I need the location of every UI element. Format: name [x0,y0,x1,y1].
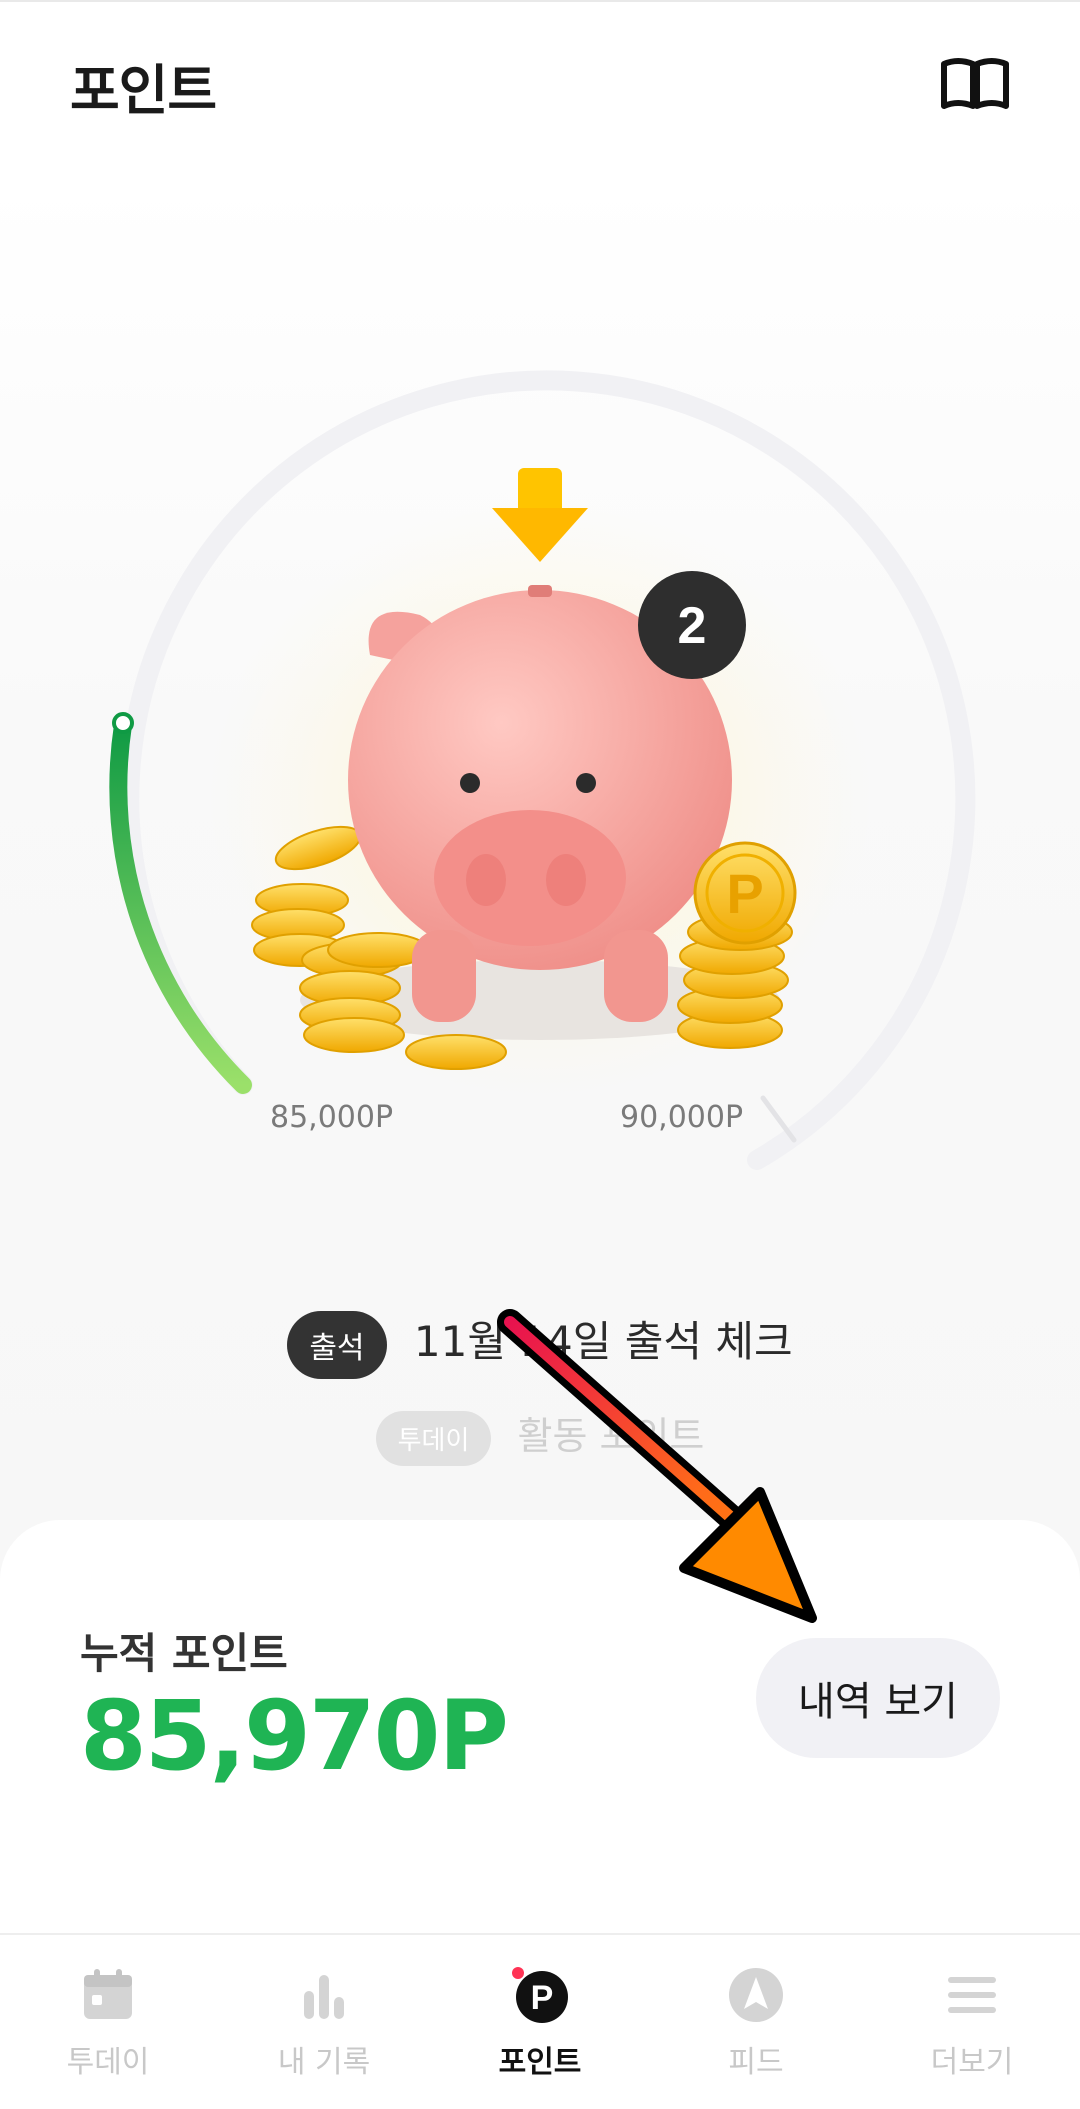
menu-icon [948,1977,996,2013]
gauge-end-label: 90,000P [620,1100,744,1135]
nav-item-feed[interactable]: 피드 [648,1935,864,2109]
today-badge: 투데이 [375,1411,492,1466]
book-open-icon[interactable] [940,54,1010,114]
point-p-icon: P [512,1967,568,2023]
nav-label-feed: 피드 [728,2045,784,2080]
gauge-start-label: 85,000P [270,1100,394,1135]
top-bar: 포인트 [0,0,1080,182]
activity-text: 활동 포인트 [517,1414,705,1458]
svg-text:P: P [531,1979,554,2017]
compass-icon [729,1968,783,2022]
accumulated-points-label: 누적 포인트 [80,1629,288,1678]
view-history-button[interactable]: 내역 보기 [756,1638,1000,1758]
nav-label-today: 투데이 [66,2045,150,2080]
point-gauge: P 2 [109,370,976,1170]
attendance-row[interactable]: 출석 11월 14일 출석 체크 [0,1308,1080,1379]
svg-text:P: P [726,862,763,925]
gauge-progress-knob [112,712,134,734]
activity-row[interactable]: 투데이 활동 포인트 [0,1405,1080,1466]
nav-item-points[interactable]: P 포인트 [432,1935,648,2109]
nav-label-my-records: 내 기록 [277,2045,371,2080]
calendar-icon [84,1969,132,2019]
nav-label-more: 더보기 [930,2045,1014,2080]
nav-item-more[interactable]: 더보기 [864,1935,1080,2109]
attendance-badge: 출석 [287,1310,387,1379]
bar-chart-icon [304,1975,344,2019]
gauge-end-tick [760,1095,797,1143]
page-title: 포인트 [70,59,217,122]
level-badge: 2 [638,571,746,679]
bottom-nav: 투데이 내 기록 P 포인트 피드 더보기 [0,1933,1080,2109]
points-card: 누적 포인트 85,970P 내역 보기 [0,1520,1080,1935]
attendance-text: 11월 14일 출석 체크 [413,1317,793,1366]
accumulated-points-value: 85,970P [80,1680,509,1792]
nav-item-my-records[interactable]: 내 기록 [216,1935,432,2109]
svg-text:2: 2 [678,597,707,655]
nav-item-today[interactable]: 투데이 [0,1935,216,2109]
nav-label-points: 포인트 [498,2045,582,2080]
